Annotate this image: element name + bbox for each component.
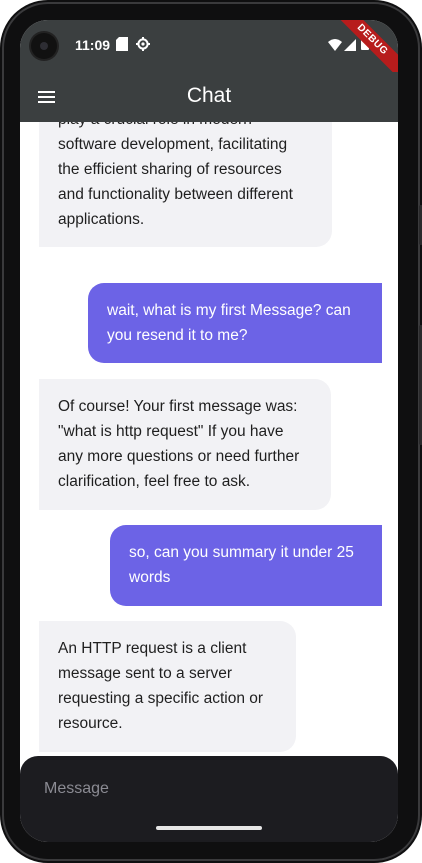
front-camera <box>31 33 57 59</box>
signal-icon <box>344 38 358 52</box>
message-line: words <box>129 569 171 586</box>
settings-gear-icon <box>136 37 150 51</box>
message-line: software development, facilitating <box>58 136 288 153</box>
app-bar: Chat <box>20 72 398 122</box>
app-screen: 11:09 DEBUG Chat software development, f… <box>20 20 398 842</box>
message-line: message sent to a server <box>58 665 233 682</box>
assistant-message-bubble: play a crucial role in modern software d… <box>39 122 332 247</box>
status-bar: 11:09 DEBUG <box>20 20 398 86</box>
status-time: 11:09 <box>75 37 111 53</box>
message-line: you resend it to me? <box>107 327 248 344</box>
message-line: resource. <box>58 715 123 732</box>
message-line: the efficient sharing of resources <box>58 161 282 178</box>
assistant-message-bubble: Of course! Your first message was: "what… <box>39 379 331 510</box>
user-message-bubble: wait, what is my first Message? can you … <box>88 283 382 363</box>
message-input[interactable] <box>42 774 376 804</box>
message-line: play a crucial role in modern <box>58 122 314 132</box>
message-line: any more questions or need further <box>58 448 300 465</box>
chat-message-list[interactable]: play a crucial role in modern software d… <box>20 122 398 756</box>
message-line: clarification, feel free to ask. <box>58 473 251 490</box>
wifi-icon <box>328 38 342 52</box>
message-line: wait, what is my first Message? can <box>107 302 351 319</box>
message-line: requesting a specific action or <box>58 690 264 707</box>
sd-card-icon <box>116 37 130 51</box>
message-line: An HTTP request is a client <box>58 640 247 657</box>
message-line: and functionality between different <box>58 186 293 203</box>
page-title: Chat <box>186 84 232 107</box>
user-message-bubble: so, can you summary it under 25 words <box>110 525 382 606</box>
message-line: so, can you summary it under 25 <box>129 544 354 561</box>
phone-frame: 11:09 DEBUG Chat software development, f… <box>0 0 422 863</box>
assistant-message-bubble: An HTTP request is a client message sent… <box>39 621 296 752</box>
message-line: Of course! Your first message was: <box>58 398 298 415</box>
message-line: "what is http request" If you have <box>58 423 284 440</box>
home-indicator[interactable] <box>156 826 262 830</box>
message-line: applications. <box>58 211 145 228</box>
